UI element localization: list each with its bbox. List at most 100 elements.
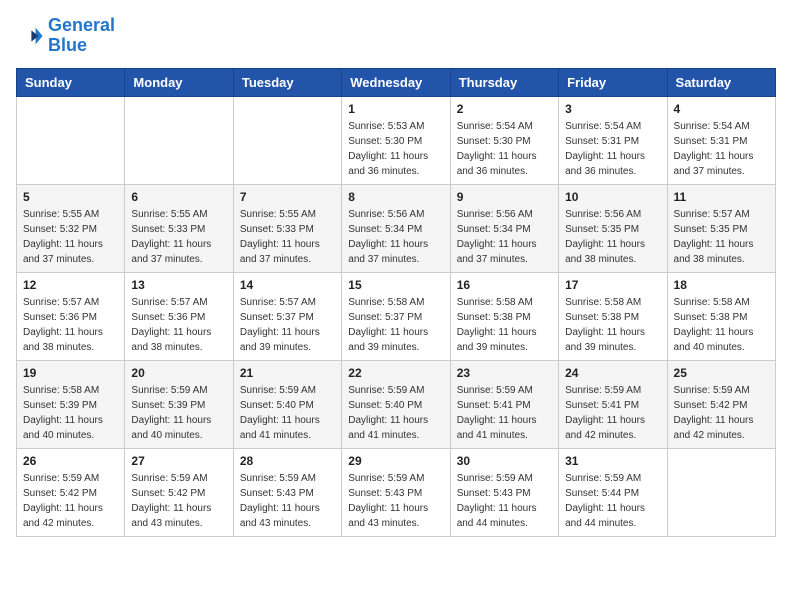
day-info: Sunrise: 5:55 AM Sunset: 5:33 PM Dayligh…	[131, 207, 226, 267]
day-info: Sunrise: 5:55 AM Sunset: 5:33 PM Dayligh…	[240, 207, 335, 267]
calendar-week-row: 26 Sunrise: 5:59 AM Sunset: 5:42 PM Dayli…	[17, 448, 776, 536]
day-number: 5	[23, 190, 118, 204]
calendar-cell	[125, 96, 233, 184]
calendar-cell: 26 Sunrise: 5:59 AM Sunset: 5:42 PM Dayli…	[17, 448, 125, 536]
calendar-cell	[17, 96, 125, 184]
day-number: 2	[457, 102, 552, 116]
calendar-cell: 17 Sunrise: 5:58 AM Sunset: 5:38 PM Dayli…	[559, 272, 667, 360]
calendar-cell: 25 Sunrise: 5:59 AM Sunset: 5:42 PM Dayli…	[667, 360, 775, 448]
calendar-cell: 5 Sunrise: 5:55 AM Sunset: 5:32 PM Daylig…	[17, 184, 125, 272]
day-number: 14	[240, 278, 335, 292]
calendar-cell	[233, 96, 341, 184]
calendar-cell: 20Sunrise: 5:59 AM Sunset: 5:39 PM Dayli…	[125, 360, 233, 448]
day-number: 10	[565, 190, 660, 204]
day-info: Sunrise: 5:58 AM Sunset: 5:39 PM Dayligh…	[23, 383, 118, 443]
day-header-tuesday: Tuesday	[233, 68, 341, 96]
day-info: Sunrise: 5:57 AM Sunset: 5:35 PM Dayligh…	[674, 207, 769, 267]
day-number: 1	[348, 102, 443, 116]
day-header-saturday: Saturday	[667, 68, 775, 96]
day-info: Sunrise: 5:57 AM Sunset: 5:36 PM Dayligh…	[23, 295, 118, 355]
day-info: Sunrise: 5:56 AM Sunset: 5:35 PM Dayligh…	[565, 207, 660, 267]
day-number: 18	[674, 278, 769, 292]
calendar-week-row: 12Sunrise: 5:57 AM Sunset: 5:36 PM Dayli…	[17, 272, 776, 360]
calendar-cell: 14 Sunrise: 5:57 AM Sunset: 5:37 PM Dayli…	[233, 272, 341, 360]
day-header-friday: Friday	[559, 68, 667, 96]
day-info: Sunrise: 5:59 AM Sunset: 5:42 PM Dayligh…	[674, 383, 769, 443]
day-number: 26	[23, 454, 118, 468]
calendar-week-row: 5 Sunrise: 5:55 AM Sunset: 5:32 PM Daylig…	[17, 184, 776, 272]
day-number: 31	[565, 454, 660, 468]
calendar-cell: 30Sunrise: 5:59 AM Sunset: 5:43 PM Dayli…	[450, 448, 558, 536]
day-info: Sunrise: 5:59 AM Sunset: 5:44 PM Dayligh…	[565, 471, 660, 531]
day-info: Sunrise: 5:59 AM Sunset: 5:43 PM Dayligh…	[457, 471, 552, 531]
day-info: Sunrise: 5:59 AM Sunset: 5:40 PM Dayligh…	[348, 383, 443, 443]
day-info: Sunrise: 5:54 AM Sunset: 5:31 PM Dayligh…	[565, 119, 660, 179]
day-info: Sunrise: 5:58 AM Sunset: 5:38 PM Dayligh…	[565, 295, 660, 355]
day-number: 3	[565, 102, 660, 116]
day-number: 24	[565, 366, 660, 380]
calendar-cell: 24 Sunrise: 5:59 AM Sunset: 5:41 PM Dayli…	[559, 360, 667, 448]
calendar-cell: 10 Sunrise: 5:56 AM Sunset: 5:35 PM Dayli…	[559, 184, 667, 272]
calendar-cell: 31 Sunrise: 5:59 AM Sunset: 5:44 PM Dayli…	[559, 448, 667, 536]
calendar-cell: 9 Sunrise: 5:56 AM Sunset: 5:34 PM Daylig…	[450, 184, 558, 272]
calendar-cell: 7 Sunrise: 5:55 AM Sunset: 5:33 PM Daylig…	[233, 184, 341, 272]
day-info: Sunrise: 5:59 AM Sunset: 5:40 PM Dayligh…	[240, 383, 335, 443]
calendar-cell: 12Sunrise: 5:57 AM Sunset: 5:36 PM Dayli…	[17, 272, 125, 360]
day-info: Sunrise: 5:59 AM Sunset: 5:43 PM Dayligh…	[348, 471, 443, 531]
day-number: 17	[565, 278, 660, 292]
day-number: 27	[131, 454, 226, 468]
day-info: Sunrise: 5:59 AM Sunset: 5:41 PM Dayligh…	[565, 383, 660, 443]
day-number: 11	[674, 190, 769, 204]
calendar-cell: 11 Sunrise: 5:57 AM Sunset: 5:35 PM Dayli…	[667, 184, 775, 272]
day-number: 22	[348, 366, 443, 380]
calendar-cell: 28 Sunrise: 5:59 AM Sunset: 5:43 PM Dayli…	[233, 448, 341, 536]
day-info: Sunrise: 5:59 AM Sunset: 5:42 PM Dayligh…	[23, 471, 118, 531]
day-info: Sunrise: 5:56 AM Sunset: 5:34 PM Dayligh…	[457, 207, 552, 267]
calendar-cell: 4 Sunrise: 5:54 AM Sunset: 5:31 PM Daylig…	[667, 96, 775, 184]
calendar-cell: 21Sunrise: 5:59 AM Sunset: 5:40 PM Dayli…	[233, 360, 341, 448]
day-info: Sunrise: 5:54 AM Sunset: 5:30 PM Dayligh…	[457, 119, 552, 179]
day-info: Sunrise: 5:55 AM Sunset: 5:32 PM Dayligh…	[23, 207, 118, 267]
logo: General Blue	[16, 16, 115, 56]
day-number: 19	[23, 366, 118, 380]
day-number: 9	[457, 190, 552, 204]
day-info: Sunrise: 5:57 AM Sunset: 5:36 PM Dayligh…	[131, 295, 226, 355]
day-info: Sunrise: 5:57 AM Sunset: 5:37 PM Dayligh…	[240, 295, 335, 355]
day-info: Sunrise: 5:59 AM Sunset: 5:43 PM Dayligh…	[240, 471, 335, 531]
calendar-cell: 3 Sunrise: 5:54 AM Sunset: 5:31 PM Daylig…	[559, 96, 667, 184]
day-info: Sunrise: 5:59 AM Sunset: 5:39 PM Dayligh…	[131, 383, 226, 443]
day-number: 16	[457, 278, 552, 292]
calendar-cell: 22 Sunrise: 5:59 AM Sunset: 5:40 PM Dayli…	[342, 360, 450, 448]
day-number: 8	[348, 190, 443, 204]
calendar-week-row: 1 Sunrise: 5:53 AM Sunset: 5:30 PM Daylig…	[17, 96, 776, 184]
day-info: Sunrise: 5:56 AM Sunset: 5:34 PM Dayligh…	[348, 207, 443, 267]
day-info: Sunrise: 5:59 AM Sunset: 5:42 PM Dayligh…	[131, 471, 226, 531]
day-number: 6	[131, 190, 226, 204]
day-info: Sunrise: 5:58 AM Sunset: 5:38 PM Dayligh…	[674, 295, 769, 355]
day-info: Sunrise: 5:58 AM Sunset: 5:38 PM Dayligh…	[457, 295, 552, 355]
day-header-thursday: Thursday	[450, 68, 558, 96]
day-info: Sunrise: 5:58 AM Sunset: 5:37 PM Dayligh…	[348, 295, 443, 355]
day-number: 25	[674, 366, 769, 380]
calendar-cell: 16 Sunrise: 5:58 AM Sunset: 5:38 PM Dayli…	[450, 272, 558, 360]
day-info: Sunrise: 5:53 AM Sunset: 5:30 PM Dayligh…	[348, 119, 443, 179]
calendar-cell: 15 Sunrise: 5:58 AM Sunset: 5:37 PM Dayli…	[342, 272, 450, 360]
calendar-cell: 19 Sunrise: 5:58 AM Sunset: 5:39 PM Dayli…	[17, 360, 125, 448]
calendar-cell: 1 Sunrise: 5:53 AM Sunset: 5:30 PM Daylig…	[342, 96, 450, 184]
day-header-monday: Monday	[125, 68, 233, 96]
calendar-week-row: 19 Sunrise: 5:58 AM Sunset: 5:39 PM Dayli…	[17, 360, 776, 448]
day-header-wednesday: Wednesday	[342, 68, 450, 96]
logo-text: General Blue	[48, 16, 115, 56]
day-number: 4	[674, 102, 769, 116]
day-info: Sunrise: 5:59 AM Sunset: 5:41 PM Dayligh…	[457, 383, 552, 443]
day-number: 28	[240, 454, 335, 468]
calendar-cell: 6 Sunrise: 5:55 AM Sunset: 5:33 PM Daylig…	[125, 184, 233, 272]
calendar-cell: 13 Sunrise: 5:57 AM Sunset: 5:36 PM Dayli…	[125, 272, 233, 360]
calendar-cell: 23Sunrise: 5:59 AM Sunset: 5:41 PM Dayli…	[450, 360, 558, 448]
day-info: Sunrise: 5:54 AM Sunset: 5:31 PM Dayligh…	[674, 119, 769, 179]
calendar-cell	[667, 448, 775, 536]
day-number: 13	[131, 278, 226, 292]
day-header-sunday: Sunday	[17, 68, 125, 96]
day-number: 7	[240, 190, 335, 204]
day-number: 15	[348, 278, 443, 292]
